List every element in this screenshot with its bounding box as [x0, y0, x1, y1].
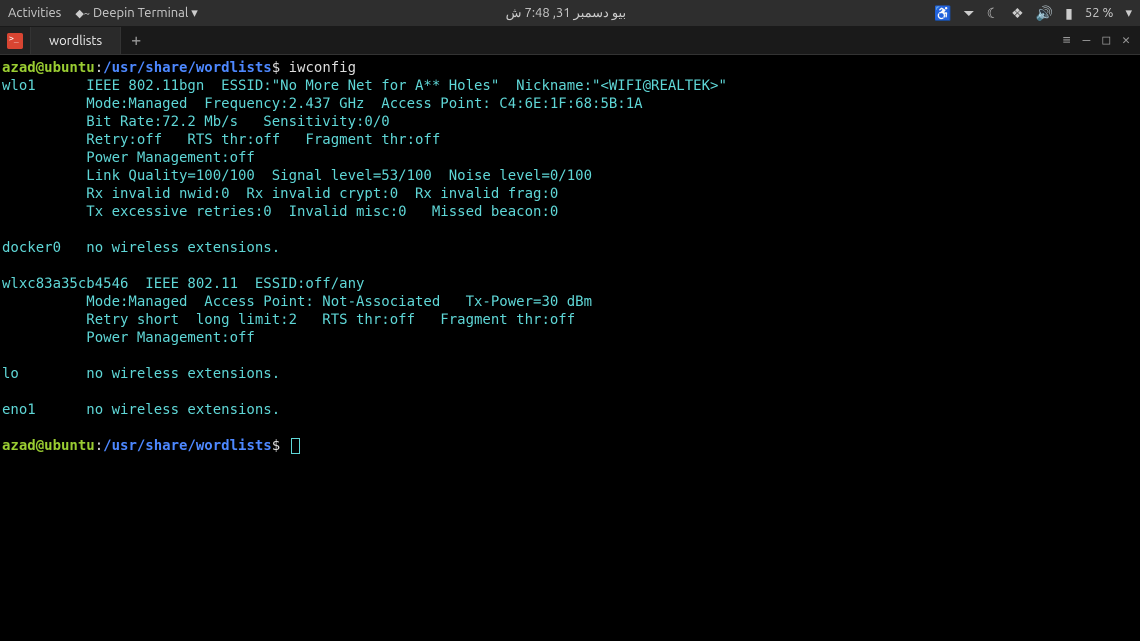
activities-button[interactable]: Activities [8, 6, 61, 20]
system-menu-chevron-icon[interactable]: ▾ [1125, 6, 1132, 21]
terminal-output[interactable]: azad@ubuntu:/usr/share/wordlists$ iwconf… [0, 55, 1140, 459]
output-line: wlxc83a35cb4546 IEEE 802.11 ESSID:off/an… [2, 276, 381, 292]
output-line: Bit Rate:72.2 Mb/s Sensitivity:0/0 [2, 114, 407, 130]
prompt-user: azad@ubuntu [2, 438, 95, 454]
network-icon[interactable]: ❖ [1011, 5, 1024, 22]
output-line: Power Management:off [2, 150, 255, 166]
prompt-user: azad@ubuntu [2, 60, 95, 76]
tab-bar: wordlists + ≡ — □ ✕ [0, 27, 1140, 55]
top-panel: Activities ◆~ Deepin Terminal ▾ بيو دسمب… [0, 0, 1140, 27]
menu-button[interactable]: ≡ [1063, 33, 1071, 48]
output-line: docker0 no wireless extensions. [2, 240, 280, 256]
accessibility-icon[interactable]: ♿ [934, 5, 951, 22]
output-line: Mode:Managed Frequency:2.437 GHz Access … [2, 96, 668, 112]
tab-wordlists[interactable]: wordlists [30, 27, 121, 54]
close-button[interactable]: ✕ [1122, 33, 1130, 48]
volume-icon[interactable]: 🔊 [1036, 5, 1053, 22]
new-tab-button[interactable]: + [121, 27, 151, 54]
output-line: lo no wireless extensions. [2, 366, 280, 382]
output-line: Retry short long limit:2 RTS thr:off Fra… [2, 312, 575, 328]
output-line: Link Quality=100/100 Signal level=53/100… [2, 168, 592, 184]
chevron-down-icon: ▾ [191, 6, 198, 20]
clock[interactable]: بيو دسمبر 31, 7:48 ش [506, 6, 626, 21]
command-text: iwconfig [289, 60, 356, 76]
maximize-button[interactable]: □ [1102, 33, 1110, 48]
output-line [2, 348, 86, 364]
cursor [291, 438, 300, 454]
minimize-button[interactable]: — [1083, 33, 1091, 48]
output-line: eno1 no wireless extensions. [2, 402, 280, 418]
night-icon[interactable]: ☾ [987, 5, 1000, 22]
output-line: Tx excessive retries:0 Invalid misc:0 Mi… [2, 204, 558, 220]
prompt-path: /usr/share/wordlists [103, 60, 272, 76]
prompt-path: /usr/share/wordlists [103, 438, 272, 454]
terminal-topbar-icon: ◆~ [75, 8, 90, 20]
battery-icon[interactable]: ▮ [1065, 5, 1073, 22]
download-icon[interactable]: ⏷ [963, 5, 974, 22]
output-line: Mode:Managed Access Point: Not-Associate… [2, 294, 617, 310]
output-line: wlo1 IEEE 802.11bgn ESSID:"No More Net f… [2, 78, 727, 94]
output-line: Rx invalid nwid:0 Rx invalid crypt:0 Rx … [2, 186, 558, 202]
app-icon [0, 27, 30, 54]
output-line: Retry:off RTS thr:off Fragment thr:off [2, 132, 440, 148]
app-menu[interactable]: ◆~ Deepin Terminal ▾ [75, 6, 197, 21]
output-line: Power Management:off [2, 330, 255, 346]
battery-percent: 52 % [1085, 6, 1114, 20]
